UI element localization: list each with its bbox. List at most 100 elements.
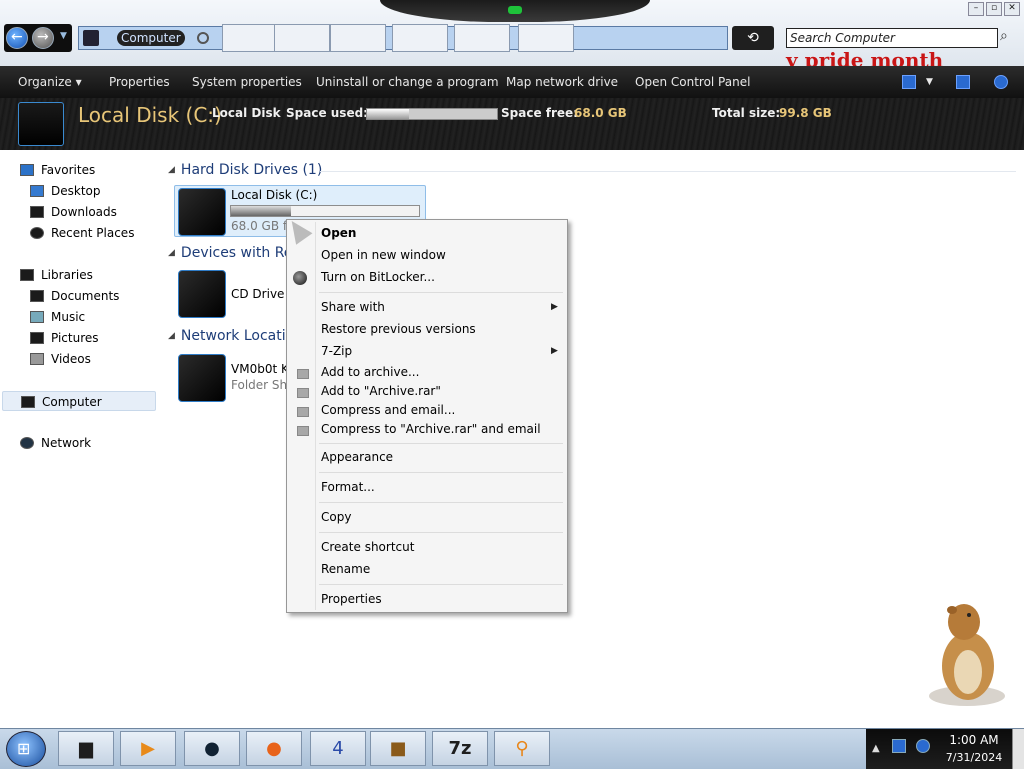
documents-icon [30, 290, 44, 302]
pinned-app-box[interactable] [392, 24, 448, 52]
menu-create-shortcut[interactable]: Create shortcut [321, 537, 414, 557]
forward-button[interactable]: → [32, 27, 54, 49]
space-used-bar [366, 108, 498, 120]
recent-pages-dropdown[interactable]: ▼ [60, 31, 67, 41]
nav-computer[interactable]: Computer [2, 391, 156, 411]
network-tray-icon[interactable] [892, 739, 906, 753]
search-input[interactable]: Search Computer [786, 28, 998, 48]
minimize-button[interactable]: – [968, 2, 984, 16]
group-header-devices[interactable]: ◢ Devices with Re [168, 245, 292, 261]
command-bar: Organize ▾ Properties System properties … [0, 66, 1024, 98]
clock-date[interactable]: 7/31/2024 [938, 751, 1010, 764]
menu-add-to-rar[interactable]: Add to "Archive.rar" [321, 381, 441, 401]
group-header-hard-disks[interactable]: ◢ Hard Disk Drives (1) [168, 162, 322, 178]
show-desktop-button[interactable] [1012, 729, 1024, 769]
search-icon[interactable]: ⌕ [1000, 28, 1022, 50]
libraries-icon [20, 269, 34, 281]
pinned-app-globe[interactable] [222, 24, 278, 52]
group-title: Devices with Re [180, 245, 293, 261]
taskbar-media-player[interactable]: ▶ [120, 731, 176, 766]
view-options-icon[interactable] [902, 75, 916, 89]
refresh-button[interactable]: ⟲ [732, 26, 774, 50]
volume-tray-icon[interactable] [916, 739, 930, 753]
taskbar-explorer[interactable]: ▆ [58, 731, 114, 766]
pinned-app-4[interactable] [330, 24, 386, 52]
nav-pictures[interactable]: Pictures [30, 328, 99, 348]
menu-properties[interactable]: Properties [321, 589, 382, 609]
media-player-icon: ▶ [141, 738, 155, 759]
desktop-icon [30, 185, 44, 197]
forward-arrow-icon: → [37, 29, 49, 45]
group-title: Network Locatio [180, 328, 295, 344]
nav-label: Libraries [41, 268, 93, 282]
menu-compress-email[interactable]: Compress and email... [321, 400, 455, 420]
map-network-drive-button[interactable]: Map network drive [506, 66, 618, 98]
pinned-app-7zip[interactable] [454, 24, 510, 52]
taskbar: ⊞ ▆ ▶ ● ● 4 ■ 7z ⚲ ▲ 1:00 AM 7/31/2024 [0, 728, 1024, 769]
taskbar-globe[interactable]: ● [184, 731, 240, 766]
title-notch [380, 0, 650, 22]
nav-network[interactable]: Network [20, 433, 91, 453]
pinned-app-search[interactable] [518, 24, 574, 52]
status-light [508, 6, 522, 14]
submenu-arrow-icon: ▶ [551, 346, 558, 356]
cd-drive-name[interactable]: CD Drive ( [231, 287, 293, 301]
nav-downloads[interactable]: Downloads [30, 202, 117, 222]
menu-appearance[interactable]: Appearance [321, 447, 393, 467]
view-dropdown-icon[interactable]: ▼ [926, 66, 933, 98]
nav-documents[interactable]: Documents [30, 286, 119, 306]
nav-music[interactable]: Music [30, 307, 85, 327]
breadcrumb-computer[interactable]: Computer [117, 30, 185, 46]
show-hidden-icons-button[interactable]: ▲ [872, 743, 880, 754]
winrar-icon [297, 426, 309, 436]
menu-share-with[interactable]: Share with [321, 297, 385, 317]
pictures-icon [30, 332, 44, 344]
menu-copy[interactable]: Copy [321, 507, 351, 527]
system-tray: ▲ 1:00 AM 7/31/2024 [866, 729, 1024, 769]
menu-open-new-window[interactable]: Open in new window [321, 245, 446, 265]
taskbar-box[interactable]: ■ [370, 731, 426, 766]
menu-format[interactable]: Format... [321, 477, 375, 497]
help-icon[interactable] [994, 75, 1008, 89]
nav-label: Desktop [51, 184, 101, 198]
menu-7zip[interactable]: 7-Zip [321, 341, 352, 361]
menu-compress-rar-email[interactable]: Compress to "Archive.rar" and email [321, 419, 541, 439]
taskbar-7zip[interactable]: 7z [432, 731, 488, 766]
nav-videos[interactable]: Videos [30, 349, 91, 369]
pinned-app-firefox[interactable] [274, 24, 330, 52]
menu-rename[interactable]: Rename [321, 559, 370, 579]
menu-restore-versions[interactable]: Restore previous versions [321, 319, 476, 339]
menu-add-to-archive[interactable]: Add to archive... [321, 362, 419, 382]
menu-open[interactable]: Open [321, 223, 356, 243]
nav-label: Computer [42, 395, 102, 409]
group-header-network[interactable]: ◢ Network Locatio [168, 328, 294, 344]
back-button[interactable]: ← [6, 27, 28, 49]
explorer-icon: ▆ [79, 738, 93, 759]
taskbar-search-app[interactable]: ⚲ [494, 731, 550, 766]
taskbar-firefox[interactable]: ● [246, 731, 302, 766]
videos-icon [30, 353, 44, 365]
start-button[interactable]: ⊞ [6, 731, 46, 767]
nav-favorites[interactable]: Favorites [20, 160, 95, 180]
properties-button[interactable]: Properties [109, 66, 170, 98]
system-properties-button[interactable]: System properties [192, 66, 302, 98]
organize-menu[interactable]: Organize ▾ [18, 66, 82, 98]
taskbar-app-4[interactable]: 4 [310, 731, 366, 766]
uninstall-button[interactable]: Uninstall or change a program [316, 66, 499, 98]
app-4-icon: 4 [332, 738, 344, 759]
clock-time[interactable]: 1:00 AM [938, 733, 1010, 747]
nav-recent-places[interactable]: Recent Places [30, 223, 134, 243]
breadcrumb-dropdown-icon[interactable] [197, 32, 209, 44]
windows-logo-icon: ⊞ [17, 739, 31, 758]
preview-pane-icon[interactable] [956, 75, 970, 89]
nav-libraries[interactable]: Libraries [20, 265, 93, 285]
menu-bitlocker[interactable]: Turn on BitLocker... [321, 267, 435, 287]
maximize-button[interactable]: ▫ [986, 2, 1002, 16]
menu-gutter [315, 222, 316, 610]
nav-label: Documents [51, 289, 120, 303]
close-button[interactable]: ✕ [1004, 2, 1020, 16]
nav-desktop[interactable]: Desktop [30, 181, 101, 201]
network-folder-icon [178, 354, 226, 402]
open-control-panel-button[interactable]: Open Control Panel [635, 66, 750, 98]
organize-label: Organize [18, 75, 72, 89]
